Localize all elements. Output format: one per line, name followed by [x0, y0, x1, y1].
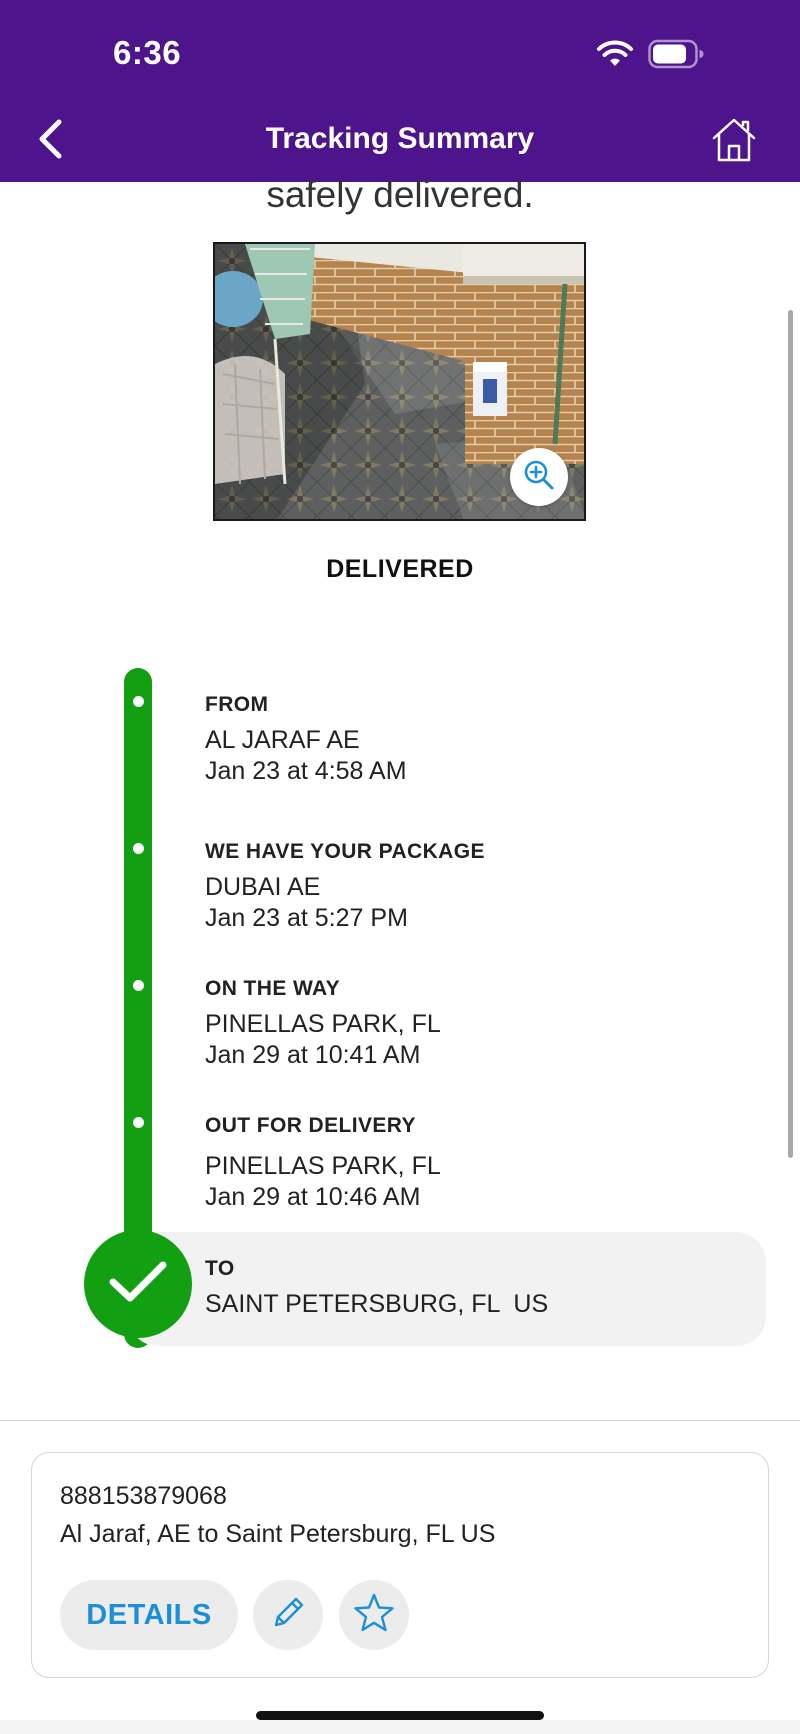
delivered-message: safely delivered.: [266, 174, 534, 215]
timeline-dot: [133, 843, 144, 854]
timeline-location: PINELLAS PARK, FL: [205, 1010, 441, 1038]
pencil-icon: [268, 1593, 308, 1638]
zoom-in-icon: [523, 459, 555, 496]
app-header: 6:36 Tracking Summary: [0, 0, 800, 182]
timeline-label: FROM: [205, 693, 269, 716]
star-icon: [352, 1591, 396, 1640]
timeline-location: PINELLAS PARK, FL: [205, 1152, 441, 1180]
home-icon: [710, 118, 758, 168]
home-indicator[interactable]: [256, 1711, 544, 1720]
timeline-dot: [133, 980, 144, 991]
timeline-dot: [133, 1117, 144, 1128]
delivered-check-badge: [84, 1230, 192, 1338]
status-time: 6:36: [113, 34, 182, 71]
timeline-location: AL JARAF AE: [205, 726, 360, 754]
watch-button[interactable]: [339, 1580, 409, 1650]
details-button[interactable]: DETAILS: [60, 1580, 238, 1650]
timeline-datetime: Jan 29 at 10:41 AM: [205, 1041, 421, 1069]
scrollbar[interactable]: [788, 310, 793, 1158]
edit-button[interactable]: [253, 1580, 323, 1650]
zoom-photo-button[interactable]: [510, 448, 568, 506]
timeline-label: ON THE WAY: [205, 977, 341, 1000]
status-icons: [596, 38, 704, 70]
timeline-datetime: Jan 29 at 10:46 AM: [205, 1183, 421, 1211]
timeline-location: DUBAI AE: [205, 873, 321, 901]
timeline-datetime: Jan 23 at 4:58 AM: [205, 757, 407, 785]
page-title: Tracking Summary: [265, 122, 535, 155]
timeline-label: WE HAVE YOUR PACKAGE: [205, 840, 485, 863]
delivery-status-label: DELIVERED: [326, 555, 474, 583]
wifi-icon: [596, 40, 634, 68]
section-divider: [0, 1420, 800, 1421]
checkmark-icon: [108, 1260, 168, 1309]
tracking-number: 888153879068: [60, 1482, 227, 1510]
timeline-label: OUT FOR DELIVERY: [205, 1114, 416, 1137]
timeline-location: SAINT PETERSBURG, FL US: [205, 1290, 549, 1318]
timeline-datetime: Jan 23 at 5:27 PM: [205, 904, 408, 932]
battery-icon: [648, 39, 704, 69]
timeline-destination-row: [128, 1232, 766, 1346]
bottom-strip: [0, 1720, 800, 1734]
timeline-label: TO: [205, 1257, 235, 1280]
shipment-route: Al Jaraf, AE to Saint Petersburg, FL US: [60, 1520, 496, 1548]
timeline-dot: [133, 696, 144, 707]
home-button[interactable]: [710, 116, 758, 164]
